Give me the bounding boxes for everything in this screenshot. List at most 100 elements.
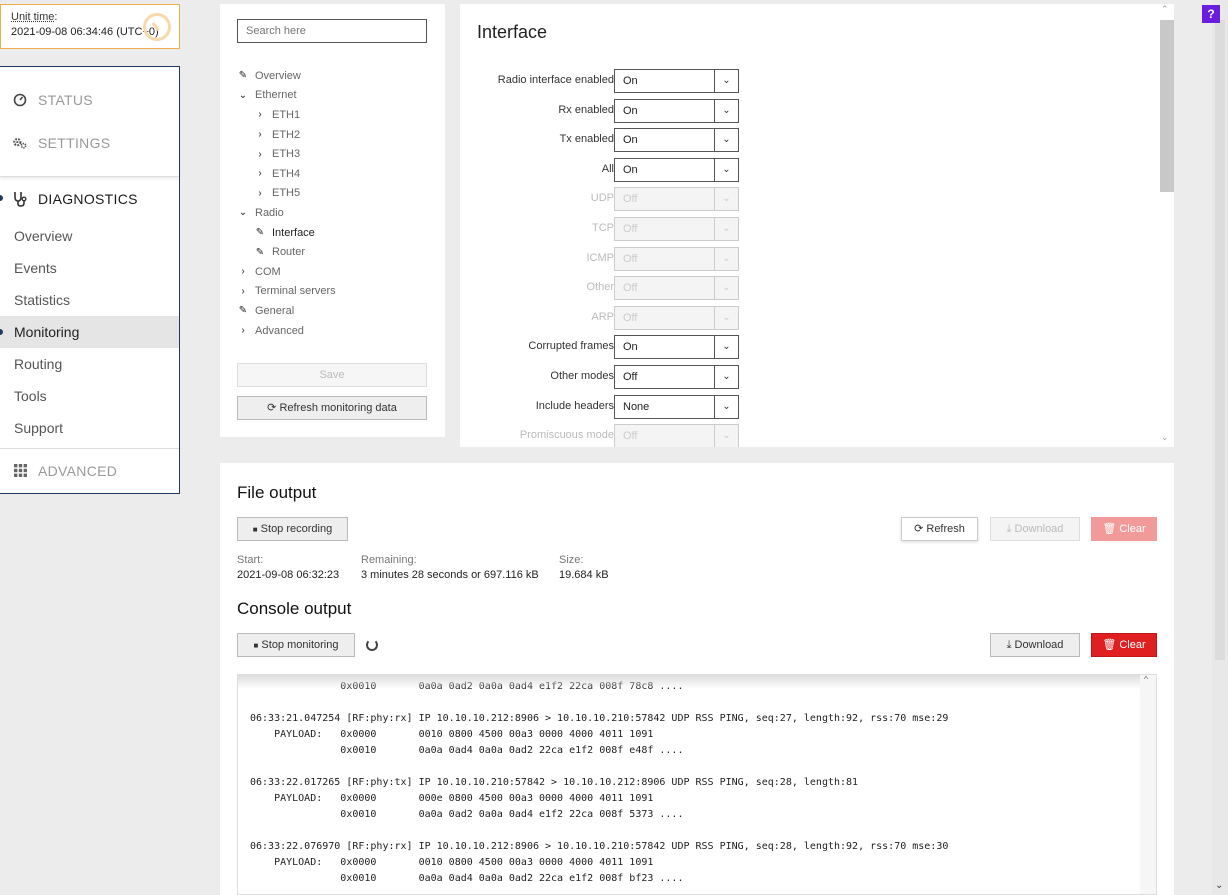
field-label: All [601,162,614,175]
refresh-monitoring-button[interactable]: ⟳ Refresh monitoring data [237,396,427,420]
nav-sub-support[interactable]: Support [0,412,179,444]
select-value: Off [623,193,638,206]
stop-recording-button[interactable]: ■ Stop recording [237,517,348,541]
chevron-down-icon: ⌄ [714,218,738,240]
select-tcp[interactable]: Off ⌄ [614,217,739,241]
select-value: On [623,163,638,176]
tree-item-label: ETH5 [272,187,301,200]
console-scrollbar[interactable]: ⌃ [1140,675,1156,894]
tree-item-eth4[interactable]: › ETH4 [237,164,428,184]
scroll-up-icon[interactable]: ⌃ [1143,675,1149,686]
nav-sub-tools[interactable]: Tools [0,380,179,412]
grid-icon [12,463,28,479]
nav-diagnostics-label: DIAGNOSTICS [38,190,138,207]
select-icmp[interactable]: Off ⌄ [614,246,739,271]
scroll-down-icon[interactable]: ⌄ [1215,880,1223,891]
tree-item-interface[interactable]: ✎ Interface [237,223,428,243]
select-other[interactable]: Off ⌄ [614,276,739,301]
select-all[interactable]: On ⌄ [614,157,739,182]
field-label: UDP [590,192,614,205]
scroll-down-icon[interactable]: ⌄ [1161,432,1169,443]
nav-status-label: STATUS [38,91,93,108]
refresh-monitoring-label: Refresh monitoring data [279,402,397,414]
select-rx-enabled[interactable]: On ⌄ [614,98,739,123]
select-other-modes[interactable]: Off ⌄ [614,365,739,389]
nav-sub-statistics[interactable]: Statistics [0,284,179,316]
tree-item-eth5[interactable]: › ETH5 [237,184,428,204]
clock-icon [143,13,171,41]
file-refresh-button[interactable]: ⟳ Refresh [901,517,978,541]
nav-sub-events[interactable]: Events [0,252,179,284]
size-info: Size: 19.684 kB [559,554,609,581]
select-include-headers[interactable]: None ⌄ [614,394,739,419]
chevron-down-icon: ⌄ [714,99,738,122]
chevron-down-icon: ⌄ [238,89,248,101]
nav-sub-routing[interactable]: Routing [0,348,179,380]
tree-item-ethernet[interactable]: ⌄ Ethernet [237,86,428,106]
tree-item-label: ETH2 [272,128,301,141]
select-tx-enabled[interactable]: On ⌄ [614,128,739,153]
size-label: Size: [559,554,584,566]
scroll-up-icon[interactable]: ⌃ [1161,4,1169,15]
field-label: ARP [591,310,614,323]
nav-settings[interactable]: SETTINGS [0,121,179,164]
nav-sub-overview[interactable]: Overview [0,220,179,252]
select-promiscuous-mode[interactable]: Off ⌄ [614,424,739,447]
page-scrollbar[interactable] [1212,0,1228,895]
select-arp[interactable]: Off ⌄ [614,305,739,330]
search-input[interactable] [237,19,427,43]
tree-item-radio[interactable]: ⌄ Radio [237,203,428,223]
select-value: Off [623,252,638,265]
file-output-title: File output [237,483,317,502]
tree-item-eth2[interactable]: › ETH2 [237,125,428,145]
field-label: Corrupted frames [528,340,614,353]
chevron-down-icon: ⌄ [714,395,738,418]
chevron-down-icon: ⌄ [714,425,738,447]
stop-monitoring-button[interactable]: ■ Stop monitoring [237,633,355,657]
trash-icon: 🗑 [1102,639,1117,651]
console-download-button[interactable]: ⤓ Download [990,633,1080,657]
select-udp[interactable]: Off ⌄ [614,187,739,212]
help-button[interactable]: ? [1202,5,1220,23]
tree-item-terminal-servers[interactable]: › Terminal servers [237,282,428,302]
interface-scrollbar[interactable]: ⌃ ⌄ [1158,4,1174,447]
unit-time-colon: : [54,11,58,23]
nav-sub-monitoring[interactable]: Monitoring [0,316,179,348]
console-log[interactable]: 0x0010 0a0a 0ad2 0a0a 0ad4 e1f2 22ca 008… [237,674,1157,895]
size-value: 19.684 kB [559,569,609,581]
chevron-down-icon: ⌄ [714,277,738,300]
tree-item-advanced[interactable]: › Advanced [237,321,428,341]
field-label: ICMP [586,251,615,264]
scrollbar-thumb[interactable] [1160,20,1174,192]
file-download-button[interactable]: ⤓ Download [990,517,1080,541]
tree-item-overview[interactable]: ✎ Overview [237,66,428,86]
pencil-icon: ✎ [238,305,248,317]
tree-item-eth1[interactable]: › ETH1 [237,105,428,125]
select-radio-interface-enabled[interactable]: On ⌄ [614,69,739,93]
save-button[interactable]: Save [237,363,427,387]
chevron-down-icon: ⌄ [714,70,738,92]
stop-icon: ■ [253,641,259,650]
tree-item-com[interactable]: › COM [237,262,428,282]
nav-diagnostics[interactable]: DIAGNOSTICS [0,177,179,220]
page-scrollbar-thumb[interactable] [1215,20,1225,660]
select-value: On [623,134,638,147]
nav-status[interactable]: STATUS [0,78,179,121]
pencil-icon: ✎ [238,70,248,82]
console-clear-button[interactable]: 🗑 Clear [1091,633,1157,657]
tree-item-router[interactable]: ✎ Router [237,242,428,262]
select-corrupted-frames[interactable]: On ⌄ [614,335,739,360]
console-download-label: Download [1014,639,1064,651]
tree-item-general[interactable]: ✎ General [237,301,428,321]
select-value: Off [623,311,638,324]
pencil-icon: ✎ [255,227,265,239]
unit-time-label: Unit time [11,11,55,23]
tree-item-eth3[interactable]: › ETH3 [237,144,428,164]
field-label: Radio interface enabled [497,74,614,86]
main-navigation: STATUS SETTINGS DIAGNOSTICS Overview Eve… [0,66,180,494]
download-icon: ⤓ [1006,639,1012,651]
console-top-shadow [238,675,1156,689]
nav-advanced[interactable]: ADVANCED [0,448,179,492]
file-clear-button[interactable]: 🗑 Clear [1091,517,1157,541]
output-panel: File output ■ Stop recording ⟳ Refresh ⤓… [220,463,1174,895]
